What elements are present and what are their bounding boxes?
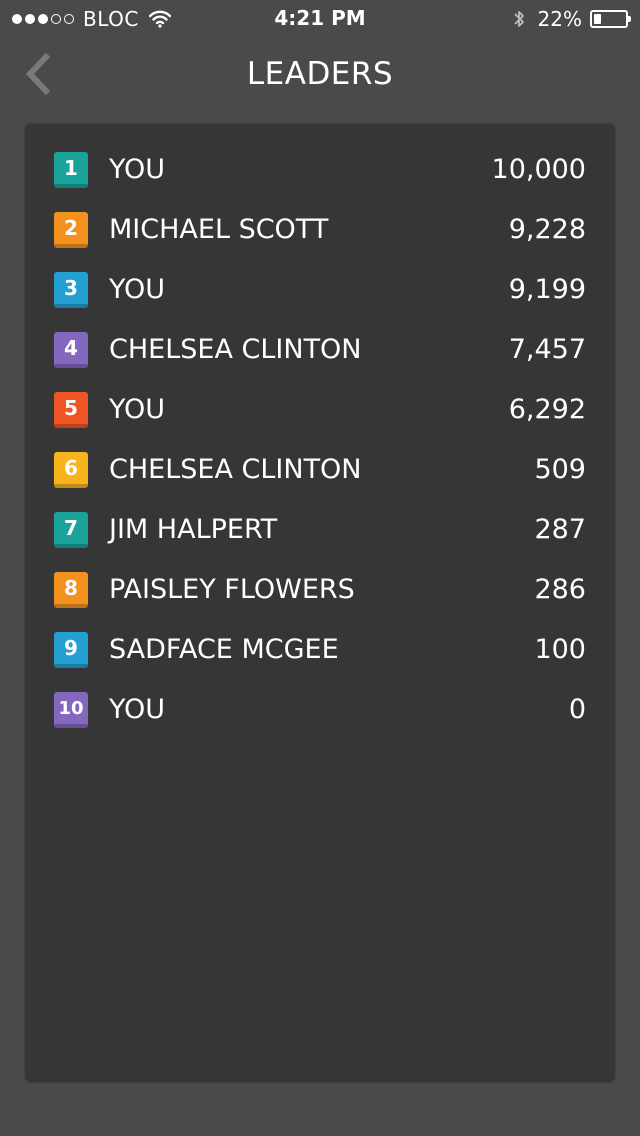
player-score: 286 [534,574,586,605]
rank-badge: 1 [54,152,88,188]
rank-badge: 9 [54,632,88,668]
leaderboard-row[interactable]: 2 MICHAEL SCOTT 9,228 [25,200,615,260]
nav-bar: LEADERS [0,40,640,116]
player-score: 7,457 [508,334,586,365]
battery-nub [628,16,631,22]
battery-fill [594,14,601,24]
rank-badge: 3 [54,272,88,308]
leaderboard-row[interactable]: 5 YOU 6,292 [25,380,615,440]
bluetooth-icon [513,11,524,27]
player-score: 9,199 [508,274,586,305]
player-name: JIM HALPERT [109,514,278,545]
player-name: YOU [109,274,166,305]
rank-badge: 4 [54,332,88,368]
player-score: 0 [568,694,586,725]
player-score: 10,000 [491,154,586,185]
player-name: PAISLEY FLOWERS [109,574,355,605]
battery-icon [590,10,631,28]
leaderboard-panel: 1 YOU 10,000 2 MICHAEL SCOTT 9,228 3 YOU 9,199 4 C… [25,124,615,1082]
leaderboard-row[interactable]: 1 YOU 10,000 [25,140,615,200]
player-score: 100 [534,634,586,665]
rank-badge: 7 [54,512,88,548]
status-bar: BLOC 4:21 PM 22% [0,0,640,40]
player-name: CHELSEA CLINTON [109,334,362,365]
leaderboard-row[interactable]: 3 YOU 9,199 [25,260,615,320]
player-name: SADFACE MCGEE [109,634,339,665]
player-score: 509 [534,454,586,485]
battery-percent: 22% [537,7,582,31]
rank-badge: 6 [54,452,88,488]
player-name: MICHAEL SCOTT [109,214,329,245]
player-score: 287 [534,514,586,545]
player-score: 6,292 [508,394,586,425]
rank-badge: 2 [54,212,88,248]
battery-group: 22% [512,7,631,31]
leaderboard-row[interactable]: 6 CHELSEA CLINTON 509 [25,440,615,500]
rank-badge: 5 [54,392,88,428]
player-name: YOU [109,394,166,425]
rank-badge: 8 [54,572,88,608]
leaderboard-row[interactable]: 8 PAISLEY FLOWERS 286 [25,560,615,620]
player-name: YOU [109,154,166,185]
leaderboard-row[interactable]: 9 SADFACE MCGEE 100 [25,620,615,680]
leaderboard-row[interactable]: 7 JIM HALPERT 287 [25,500,615,560]
page-title: LEADERS [246,56,394,92]
leaderboard-row[interactable]: 10 YOU 0 [25,680,615,740]
player-score: 9,228 [508,214,586,245]
player-name: CHELSEA CLINTON [109,454,362,485]
leaderboard-row[interactable]: 4 CHELSEA CLINTON 7,457 [25,320,615,380]
player-name: YOU [109,694,166,725]
rank-badge: 10 [54,692,88,728]
